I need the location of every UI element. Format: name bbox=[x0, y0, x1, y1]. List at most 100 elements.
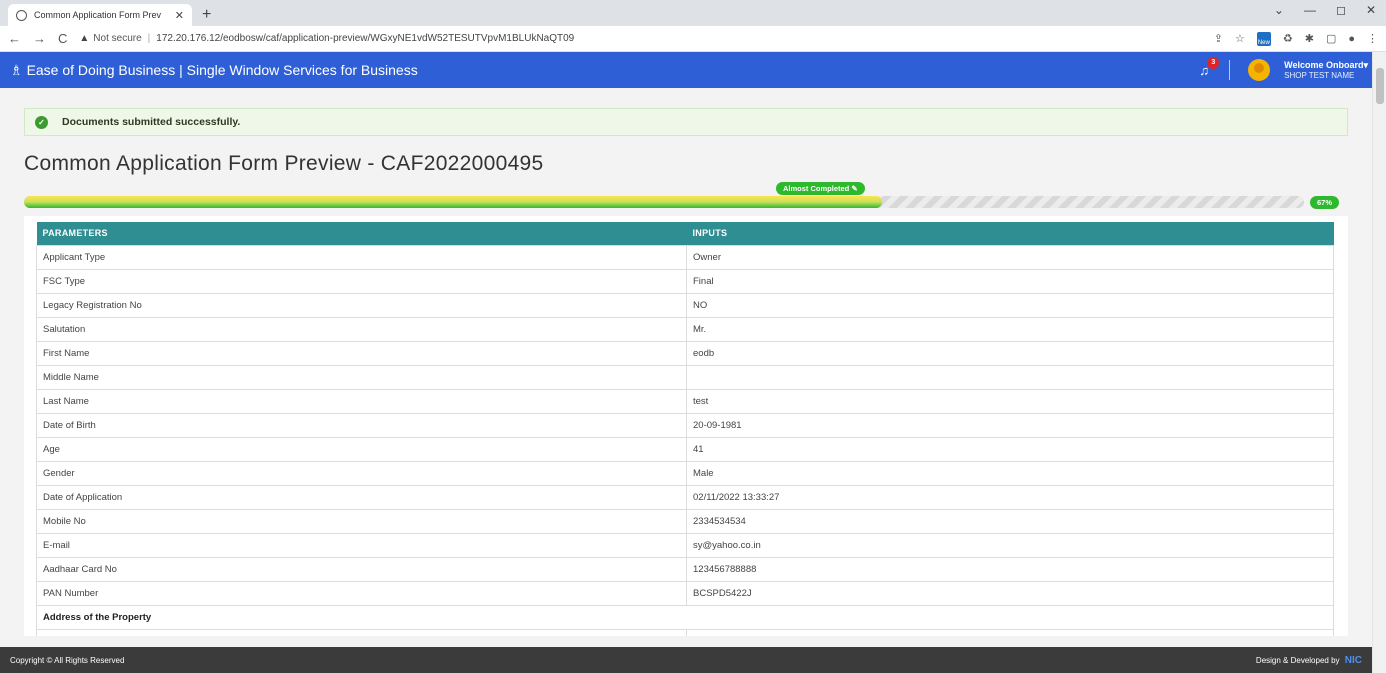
minimize-button[interactable]: — bbox=[1304, 3, 1316, 17]
header-user-area: ♫ 3 Welcome Onboard▾ SHOP TEST NAME bbox=[1199, 52, 1368, 88]
section-heading: Address of the Property bbox=[36, 604, 1334, 630]
forward-arrow-icon[interactable]: → bbox=[33, 31, 46, 46]
table-row: PAN Number BCSPD5422J bbox=[36, 580, 1334, 606]
puzzle-extensions-icon[interactable]: ✱ bbox=[1305, 32, 1314, 45]
warning-icon[interactable]: ▲ bbox=[79, 33, 89, 44]
handshake-logo-icon: ♗ bbox=[10, 61, 23, 78]
app-header: ♗ Ease of Doing Business | Single Window… bbox=[0, 52, 1386, 88]
table-row: Applicant Type Owner bbox=[36, 244, 1334, 270]
address-bar: ← → C ▲ Not secure | 172.20.176.12/eodbo… bbox=[0, 26, 1386, 52]
user-name: SHOP TEST NAME bbox=[1284, 70, 1355, 80]
param-cell: Aadhaar Card No bbox=[36, 556, 687, 582]
param-cell: FSC Type bbox=[36, 268, 687, 294]
param-cell: Gender bbox=[36, 460, 687, 486]
maximize-button[interactable]: ◻ bbox=[1336, 3, 1346, 17]
input-cell: 20-09-1981 bbox=[686, 412, 1334, 438]
table-row: Last Name test bbox=[36, 388, 1334, 414]
section-heading-row: Address of the Property bbox=[36, 604, 1334, 630]
avatar[interactable] bbox=[1248, 59, 1271, 81]
globe-icon bbox=[16, 9, 27, 21]
param-cell: Legacy Registration No bbox=[36, 292, 687, 318]
check-circle-icon: ✓ bbox=[35, 115, 48, 129]
param-cell: Applicant Type bbox=[36, 244, 687, 270]
progress-section: Almost Completed ✎ 67% bbox=[24, 182, 1348, 212]
window-controls: ⌄ — ◻ ✕ bbox=[1274, 3, 1376, 17]
column-header-inputs: INPUTS bbox=[686, 222, 1334, 245]
param-cell: Age bbox=[36, 436, 687, 462]
input-cell: 2334534534 bbox=[686, 508, 1334, 534]
input-cell: eodb bbox=[686, 340, 1334, 366]
close-window-button[interactable]: ✕ bbox=[1366, 3, 1376, 17]
page-title: Common Application Form Preview - CAF202… bbox=[24, 152, 544, 175]
notification-count-badge: 3 bbox=[1207, 56, 1220, 69]
table-row: E-mail sy@yahoo.co.in bbox=[36, 532, 1334, 558]
menu-kebab-icon[interactable]: ⋮ bbox=[1367, 32, 1378, 45]
param-cell: Middle Name bbox=[36, 364, 687, 390]
input-cell: 02/11/2022 13:33:27 bbox=[686, 484, 1334, 510]
param-cell: Date of Application bbox=[36, 484, 687, 510]
param-cell: Last Name bbox=[36, 388, 687, 414]
table-row: Middle Name bbox=[36, 364, 1334, 390]
table-row: First Name eodb bbox=[36, 340, 1334, 366]
input-cell: 41 bbox=[686, 436, 1334, 462]
url-text[interactable]: 172.20.176.12/eodbosw/caf/application-pr… bbox=[156, 33, 574, 44]
user-menu[interactable]: Welcome Onboard▾ SHOP TEST NAME bbox=[1284, 60, 1368, 80]
reload-icon[interactable]: C bbox=[58, 31, 67, 46]
url-separator: | bbox=[147, 33, 151, 44]
parameters-table: PARAMETERS INPUTS Applicant Type Owner FS… bbox=[36, 222, 1334, 636]
input-cell: test bbox=[686, 388, 1334, 414]
header-divider bbox=[1229, 60, 1231, 80]
param-cell: PAN Number bbox=[36, 580, 687, 606]
recycle-extension-icon[interactable]: ♻ bbox=[1283, 32, 1293, 45]
progress-fill bbox=[24, 196, 882, 208]
tab-title: Common Application Form Prev bbox=[34, 10, 162, 20]
bookmark-star-icon[interactable]: ☆ bbox=[1235, 32, 1245, 45]
share-icon[interactable]: ⇪ bbox=[1214, 32, 1223, 45]
main-content: ✓ Documents submitted successfully. Comm… bbox=[0, 88, 1372, 647]
copyright-text: Copyright © All Rights Reserved bbox=[10, 655, 125, 665]
param-cell: Mobile No bbox=[36, 508, 687, 534]
close-tab-icon[interactable]: ✕ bbox=[175, 9, 184, 22]
page-footer: Copyright © All Rights Reserved Design &… bbox=[0, 647, 1372, 673]
param-cell: First Name bbox=[36, 340, 687, 366]
back-arrow-icon[interactable]: ← bbox=[8, 31, 21, 46]
browser-toolbar-icons: ⇪ ☆ New ♻ ✱ ▢ ● ⋮ bbox=[1214, 31, 1378, 46]
column-header-parameters: PARAMETERS bbox=[36, 222, 687, 245]
success-alert: ✓ Documents submitted successfully. bbox=[24, 108, 1348, 136]
brand-title[interactable]: Ease of Doing Business | Single Window S… bbox=[27, 62, 418, 78]
input-cell: 123456788888 bbox=[686, 556, 1334, 582]
extension-new-icon[interactable]: New bbox=[1256, 31, 1271, 46]
progress-bar bbox=[24, 196, 1304, 208]
nic-logo[interactable]: NIC bbox=[1345, 655, 1362, 666]
new-tab-button[interactable]: + bbox=[202, 4, 211, 26]
input-cell: Owner bbox=[686, 244, 1334, 270]
table-row: FSC Type Final bbox=[36, 268, 1334, 294]
table-header-row: PARAMETERS INPUTS bbox=[36, 222, 1334, 245]
table-row: Legacy Registration No NO bbox=[36, 292, 1334, 318]
table-row: Age 41 bbox=[36, 436, 1334, 462]
notifications-button[interactable]: ♫ 3 bbox=[1199, 56, 1220, 78]
tab-search-button[interactable]: ⌄ bbox=[1274, 3, 1284, 17]
side-panel-icon[interactable]: ▢ bbox=[1326, 32, 1336, 45]
profile-icon[interactable]: ● bbox=[1348, 33, 1355, 45]
table-row: Aadhaar Card No 123456788888 bbox=[36, 556, 1334, 582]
table-row: Salutation Mr. bbox=[36, 316, 1334, 342]
input-cell: Male bbox=[686, 460, 1334, 486]
browser-tab[interactable]: Common Application Form Prev ✕ bbox=[8, 4, 192, 26]
progress-percent-badge: 67% bbox=[1310, 196, 1340, 209]
table-row bbox=[36, 628, 1334, 636]
not-secure-label[interactable]: Not secure bbox=[93, 33, 141, 44]
param-cell: Salutation bbox=[36, 316, 687, 342]
param-cell: Date of Birth bbox=[36, 412, 687, 438]
welcome-dropdown[interactable]: Welcome Onboard▾ bbox=[1284, 60, 1368, 70]
table-row: Gender Male bbox=[36, 460, 1334, 486]
page-scrollbar[interactable] bbox=[1372, 52, 1386, 673]
input-cell: Final bbox=[686, 268, 1334, 294]
param-cell bbox=[36, 628, 687, 636]
table-row: Date of Application 02/11/2022 13:33:27 bbox=[36, 484, 1334, 510]
table-row: Date of Birth 20-09-1981 bbox=[36, 412, 1334, 438]
url-input[interactable]: ▲ Not secure | 172.20.176.12/eodbosw/caf… bbox=[79, 29, 1213, 49]
table-row: Mobile No 2334534534 bbox=[36, 508, 1334, 534]
scrollbar-thumb[interactable] bbox=[1376, 68, 1384, 104]
preview-table-card: PARAMETERS INPUTS Applicant Type Owner FS… bbox=[24, 216, 1348, 636]
